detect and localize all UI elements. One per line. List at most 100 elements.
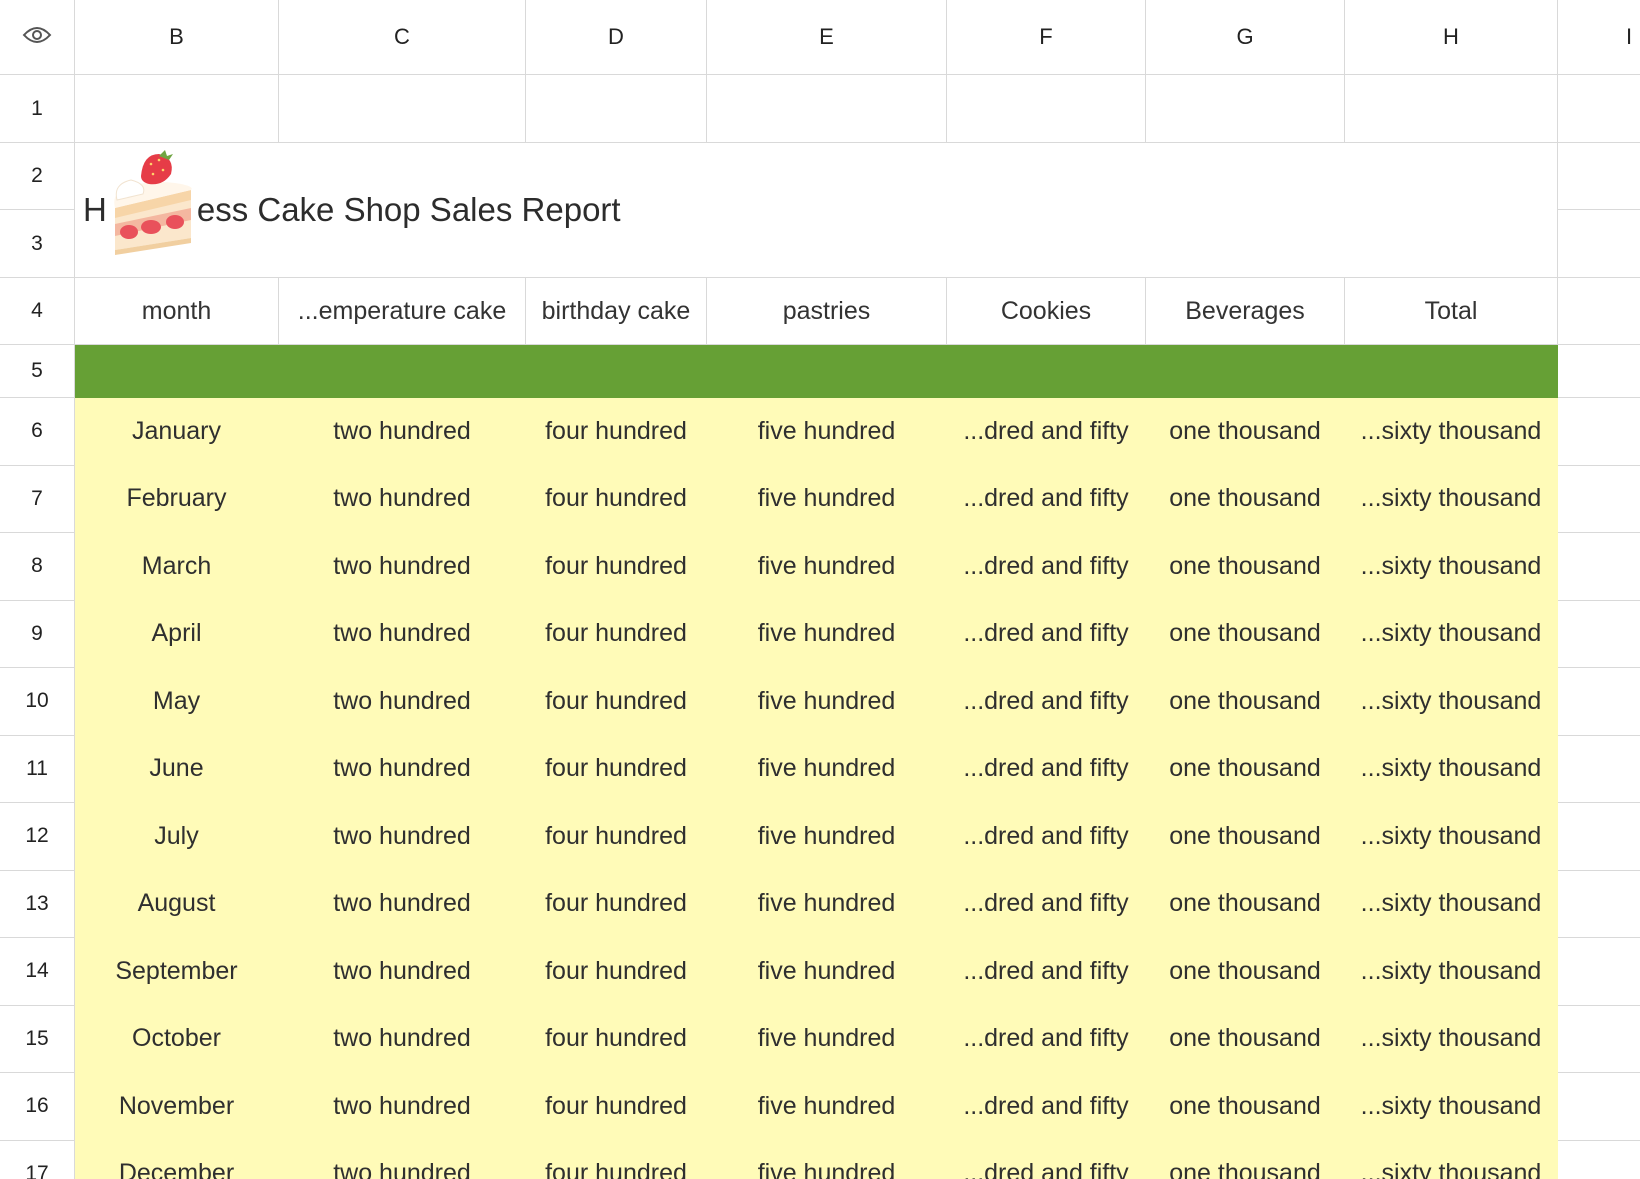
row-header[interactable]: 8 [0,533,75,601]
cell[interactable] [1558,398,1640,466]
value-cell[interactable]: ...dred and fifty [947,398,1146,466]
month-cell[interactable]: February [75,465,279,533]
value-cell[interactable]: four hundred [526,803,707,871]
value-cell[interactable]: two hundred [279,600,526,668]
value-cell[interactable]: five hundred [707,533,947,601]
value-cell[interactable]: four hundred [526,465,707,533]
month-cell[interactable]: July [75,803,279,871]
value-cell[interactable]: two hundred [279,668,526,736]
month-cell[interactable]: March [75,533,279,601]
value-cell[interactable]: ...dred and fifty [947,735,1146,803]
value-cell[interactable]: ...dred and fifty [947,1005,1146,1073]
cell[interactable] [1558,668,1640,736]
value-cell[interactable]: ...sixty thousand [1345,1005,1558,1073]
value-cell[interactable]: five hundred [707,735,947,803]
value-cell[interactable]: four hundred [526,1073,707,1141]
value-cell[interactable]: four hundred [526,735,707,803]
month-cell[interactable]: December [75,1140,279,1179]
value-cell[interactable]: two hundred [279,870,526,938]
month-cell[interactable]: May [75,668,279,736]
value-cell[interactable]: five hundred [707,600,947,668]
value-cell[interactable]: five hundred [707,465,947,533]
value-cell[interactable]: five hundred [707,398,947,466]
value-cell[interactable]: two hundred [279,735,526,803]
value-cell[interactable]: ...sixty thousand [1345,600,1558,668]
value-cell[interactable]: ...dred and fifty [947,870,1146,938]
value-cell[interactable]: two hundred [279,938,526,1006]
value-cell[interactable]: one thousand [1146,1073,1345,1141]
value-cell[interactable]: two hundred [279,465,526,533]
row-header[interactable]: 13 [0,870,75,938]
value-cell[interactable]: ...sixty thousand [1345,668,1558,736]
row-header[interactable]: 6 [0,398,75,466]
cell[interactable] [1558,938,1640,1006]
value-cell[interactable]: four hundred [526,870,707,938]
month-cell[interactable]: November [75,1073,279,1141]
cell[interactable] [1558,1141,1640,1179]
cell[interactable] [1558,1073,1640,1141]
value-cell[interactable]: ...dred and fifty [947,1073,1146,1141]
value-cell[interactable]: five hundred [707,668,947,736]
month-cell[interactable]: June [75,735,279,803]
value-cell[interactable]: one thousand [1146,938,1345,1006]
value-cell[interactable]: one thousand [1146,1005,1345,1073]
value-cell[interactable]: two hundred [279,398,526,466]
month-cell[interactable]: April [75,600,279,668]
value-cell[interactable]: one thousand [1146,735,1345,803]
value-cell[interactable]: five hundred [707,803,947,871]
value-cell[interactable]: ...dred and fifty [947,1140,1146,1179]
row-header[interactable]: 11 [0,735,75,803]
row-header[interactable]: 7 [0,465,75,533]
value-cell[interactable]: ...dred and fifty [947,803,1146,871]
row-header[interactable]: 14 [0,938,75,1006]
value-cell[interactable]: ...sixty thousand [1345,398,1558,466]
value-cell[interactable]: two hundred [279,533,526,601]
value-cell[interactable]: ...dred and fifty [947,465,1146,533]
value-cell[interactable]: four hundred [526,398,707,466]
value-cell[interactable]: ...sixty thousand [1345,465,1558,533]
value-cell[interactable]: one thousand [1146,668,1345,736]
row-header[interactable]: 15 [0,1005,75,1073]
value-cell[interactable]: ...sixty thousand [1345,533,1558,601]
value-cell[interactable]: four hundred [526,938,707,1006]
cell[interactable] [1558,871,1640,938]
cell[interactable] [1558,533,1640,601]
value-cell[interactable]: four hundred [526,600,707,668]
value-cell[interactable]: two hundred [279,1073,526,1141]
value-cell[interactable]: ...sixty thousand [1345,735,1558,803]
cell[interactable] [1558,601,1640,668]
value-cell[interactable]: two hundred [279,1140,526,1179]
value-cell[interactable]: five hundred [707,1140,947,1179]
value-cell[interactable]: one thousand [1146,533,1345,601]
value-cell[interactable]: one thousand [1146,465,1345,533]
value-cell[interactable]: two hundred [279,1005,526,1073]
cell[interactable] [1558,466,1640,533]
value-cell[interactable]: ...sixty thousand [1345,803,1558,871]
value-cell[interactable]: four hundred [526,1140,707,1179]
cell[interactable] [1558,803,1640,871]
month-cell[interactable]: October [75,1005,279,1073]
cell[interactable] [1558,736,1640,803]
row-header[interactable]: 9 [0,600,75,668]
value-cell[interactable]: five hundred [707,870,947,938]
row-header[interactable]: 16 [0,1073,75,1141]
value-cell[interactable]: ...dred and fifty [947,600,1146,668]
value-cell[interactable]: one thousand [1146,803,1345,871]
value-cell[interactable]: ...sixty thousand [1345,1140,1558,1179]
value-cell[interactable]: ...dred and fifty [947,938,1146,1006]
value-cell[interactable]: one thousand [1146,1140,1345,1179]
value-cell[interactable]: one thousand [1146,600,1345,668]
value-cell[interactable]: two hundred [279,803,526,871]
value-cell[interactable]: four hundred [526,1005,707,1073]
value-cell[interactable]: ...sixty thousand [1345,870,1558,938]
value-cell[interactable]: five hundred [707,1005,947,1073]
month-cell[interactable]: August [75,870,279,938]
cell[interactable] [1558,1006,1640,1073]
value-cell[interactable]: five hundred [707,1073,947,1141]
value-cell[interactable]: four hundred [526,668,707,736]
row-header[interactable]: 12 [0,803,75,871]
strawberry-cake-image[interactable] [103,150,203,265]
value-cell[interactable]: four hundred [526,533,707,601]
value-cell[interactable]: one thousand [1146,398,1345,466]
value-cell[interactable]: ...sixty thousand [1345,938,1558,1006]
